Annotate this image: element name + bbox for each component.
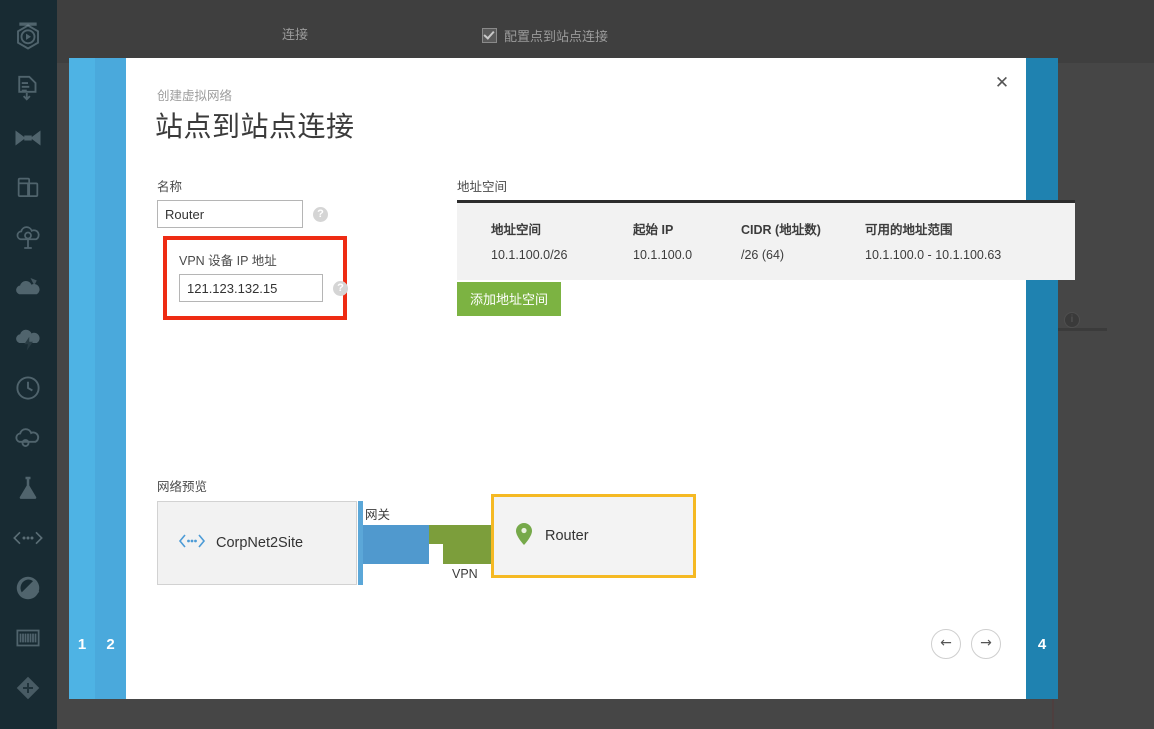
cell-start-ip: 10.1.100.0 (633, 248, 693, 262)
gateway-label: 网关 (365, 508, 391, 522)
network-preview-caption: 网络预览 (157, 480, 208, 494)
site-to-site-blade: ✕ 创建虚拟网络 站点到站点连接 名称 ? VPN 设备 IP 地址 ? (126, 58, 1075, 699)
sidebar-item-cloud-lightning[interactable] (8, 318, 48, 358)
name-input[interactable] (157, 200, 303, 228)
help-icon[interactable]: ? (313, 206, 328, 222)
local-network-gateway-label: Router (545, 528, 589, 544)
close-icon[interactable]: ✕ (990, 71, 1014, 95)
vpn-device-ip-input[interactable] (179, 274, 323, 302)
back-button[interactable]: ← (931, 629, 961, 659)
cell-address-space: 10.1.100.0/26 (491, 248, 568, 262)
portal-top-bar: 连接 配置点到站点连接 (57, 0, 1154, 63)
blade-strip-2-number: 2 (106, 636, 115, 653)
portal-left-sidebar[interactable] (0, 0, 57, 729)
configure-point-to-site-checkbox[interactable] (482, 28, 497, 43)
address-space-caption: 地址空间 (457, 180, 508, 194)
add-address-space-button[interactable]: 添加地址空间 (457, 282, 562, 316)
cell-address-range: 10.1.100.0 - 10.1.100.63 (865, 248, 1002, 262)
sidebar-item-flask[interactable] (8, 468, 48, 508)
vnet-node[interactable]: CorpNet2Site (157, 501, 357, 585)
sidebar-item-document-download[interactable] (8, 68, 48, 108)
configure-point-to-site-label: 配置点到站点连接 (504, 29, 609, 44)
table-header-row: 地址空间 起始 IP CIDR (地址数) 可用的地址范围 (457, 202, 1075, 249)
configure-point-to-site-checkbox-row[interactable]: 配置点到站点连接 (482, 26, 608, 45)
sidebar-item-virtual-network[interactable] (8, 518, 48, 558)
breadcrumb: 创建虚拟网络 (157, 89, 233, 103)
network-preview-section: 网络预览 CorpNet2Site 网关 VPN Router (157, 476, 757, 591)
footer-navigation: ← → (931, 629, 1001, 659)
sidebar-item-server-rack[interactable] (8, 618, 48, 658)
sidebar-item-bottom-partial[interactable] (8, 712, 48, 729)
address-space-section: 地址空间 地址空间 起始 IP CIDR (地址数) 可用的地址范围 10.1.… (457, 176, 1075, 316)
sidebar-item-broken-globe[interactable] (8, 568, 48, 608)
blade-strip-4-number: 4 (1037, 636, 1047, 653)
vpn-device-ip-row: ? (179, 274, 348, 302)
vnet-label: CorpNet2Site (216, 535, 304, 551)
sidebar-item-cloud-gear-tree[interactable] (8, 218, 48, 258)
forward-button[interactable]: → (971, 629, 1001, 659)
sidebar-item-cloud-link[interactable] (8, 418, 48, 458)
column-header-start-ip: 起始 IP (633, 223, 674, 237)
sidebar-item-resource-group[interactable] (8, 668, 48, 708)
help-icon[interactable]: ? (333, 280, 348, 296)
blade-strip-1-number: 1 (77, 636, 87, 653)
topbar-connect-label: 连接 (282, 27, 309, 42)
sidebar-item-cloud-arrow[interactable] (8, 268, 48, 308)
blade-strip-1[interactable]: 1 (69, 58, 95, 699)
screen-root: 连接 配置点到站点连接 i 1 2 4 ✕ 创建虚拟网络 站点到站点连接 名称 … (0, 0, 1154, 729)
table-row[interactable]: 10.1.100.0/26 10.1.100.0 /26 (64) 10.1.1… (457, 248, 1075, 280)
column-header-cidr: CIDR (地址数) (741, 223, 821, 237)
name-field-label: 名称 (157, 180, 183, 194)
sidebar-item-play-hexagon[interactable] (8, 18, 48, 58)
network-preview-diagram: CorpNet2Site 网关 VPN Router (157, 494, 732, 591)
column-header-address-space: 地址空间 (491, 223, 542, 237)
name-field-group: 名称 ? (157, 176, 328, 228)
vpn-label: VPN (452, 567, 478, 581)
gateway-band-lower (363, 544, 429, 564)
vpn-device-ip-label: VPN 设备 IP 地址 (179, 254, 277, 268)
virtual-network-icon (178, 533, 206, 554)
sidebar-item-clock-globe[interactable] (8, 368, 48, 408)
blade-strip-2[interactable]: 2 (95, 58, 126, 699)
blade-strip-4[interactable]: 4 (1026, 58, 1058, 699)
column-header-address-range: 可用的地址范围 (865, 223, 953, 237)
location-pin-icon (516, 522, 532, 550)
sidebar-item-database-stack[interactable] (8, 168, 48, 208)
portal-rule (1055, 328, 1107, 331)
vpn-device-ip-field-group-highlighted: VPN 设备 IP 地址 ? (163, 236, 348, 320)
name-field-row: ? (157, 200, 328, 228)
sidebar-item-network-mesh[interactable] (8, 118, 48, 158)
sidebar-icon-list (0, 0, 57, 729)
local-network-gateway-node[interactable]: Router (491, 494, 696, 578)
address-space-table: 地址空间 起始 IP CIDR (地址数) 可用的地址范围 10.1.100.0… (457, 200, 1075, 280)
cell-cidr: /26 (64) (741, 248, 785, 262)
page-title: 站点到站点连接 (155, 111, 355, 142)
